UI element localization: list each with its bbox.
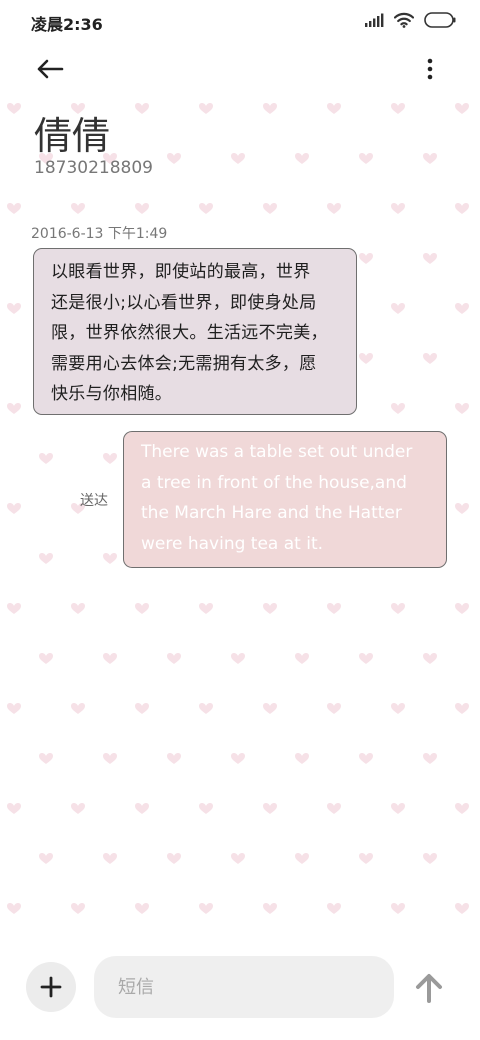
sms-input[interactable] [94,956,394,1018]
more-options-button[interactable] [412,54,448,84]
arrow-left-icon [37,59,64,79]
outgoing-message-bubble[interactable]: There was a table set out under a tree i… [123,431,447,568]
status-time: 凌晨2:36 [31,15,103,34]
contact-number: 18730218809 [34,158,153,178]
signal-icon [365,13,384,27]
message-text-line: were having tea at it. [141,533,324,554]
message-text-line: 快乐与你相随。 [51,384,173,404]
message-text-line: 需要用心去体会;无需拥有太多，愿 [51,353,317,374]
back-button[interactable] [32,54,68,84]
message-text-line: the March Hare and the Hatter [141,503,402,523]
delivery-status: 送达 [80,493,108,509]
send-arrow-up-icon [416,974,442,1003]
message-text-line: 以眼看世界，即使站的最高，世界 [51,262,311,282]
message-text-line: There was a table set out under [141,442,413,462]
plus-icon [40,976,62,998]
battery-icon [424,12,456,28]
message-text-line: a tree in front of the house,and [141,472,407,493]
contact-name: 倩倩 [34,114,111,158]
send-button[interactable] [410,968,448,1008]
wifi-icon [394,12,414,28]
incoming-message-bubble[interactable]: 以眼看世界，即使站的最高，世界 还是很小;以心看世界，即使身处局 限，世界依然很… [33,248,357,415]
message-timestamp: 2016-6-13 下午1:49 [31,226,168,242]
status-bar: 凌晨2:36 [0,0,480,44]
message-text-line: 还是很小;以心看世界，即使身处局 [51,292,317,313]
more-vertical-icon [427,58,433,80]
status-icons [364,12,456,28]
message-text-line: 限，世界依然很大。生活远不完美， [51,323,328,343]
add-attachment-button[interactable] [26,962,76,1012]
